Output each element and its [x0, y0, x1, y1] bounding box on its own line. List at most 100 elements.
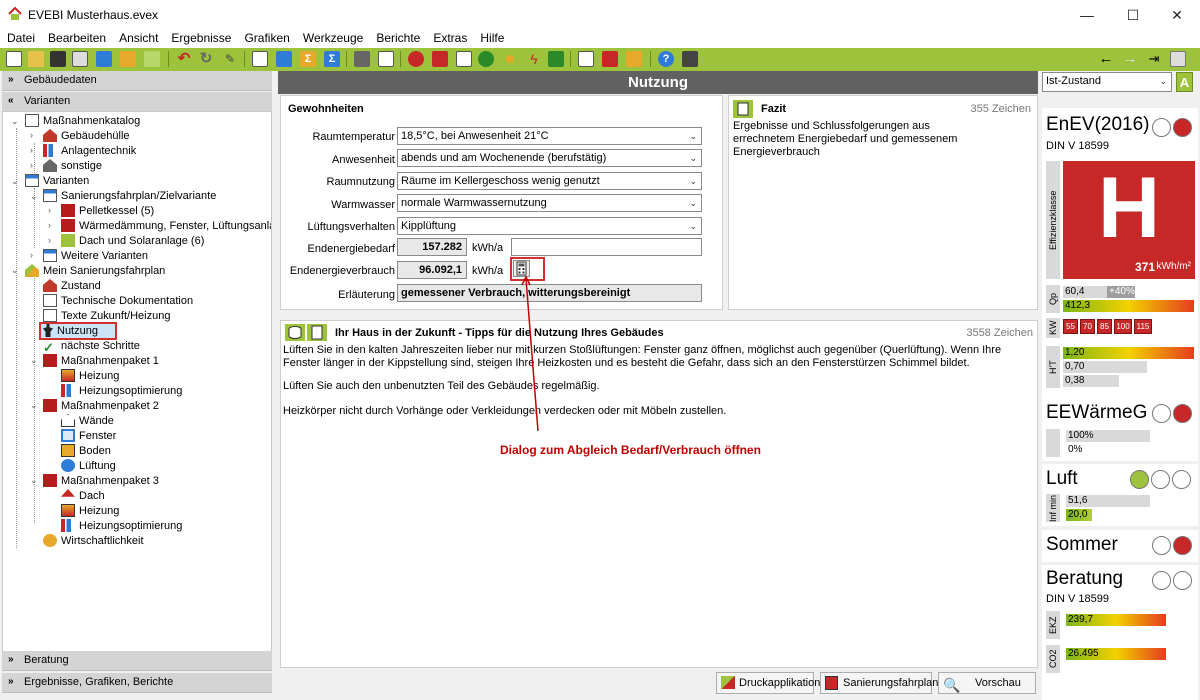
document-icon[interactable]: [252, 51, 268, 67]
collapse-chevron-icon[interactable]: ⌄: [11, 116, 21, 127]
note-icon[interactable]: [456, 51, 472, 67]
collapse-chevron-icon[interactable]: ⌄: [30, 191, 40, 202]
label-a-badge[interactable]: A: [1176, 72, 1193, 92]
save-icon[interactable]: [50, 51, 66, 67]
tree-item-massnahmenkatalog[interactable]: Maßnahmenkatalog: [25, 114, 140, 129]
jump-icon[interactable]: ⇥: [1146, 51, 1162, 67]
menu-grafiken[interactable]: Grafiken: [237, 30, 295, 46]
tips-paragraph-3[interactable]: Heizkörper nicht durch Vorhänge oder Ver…: [283, 405, 1033, 417]
fazit-text[interactable]: Ergebnisse und Schlussfolgerungen aus er…: [733, 120, 993, 159]
network-icon[interactable]: [354, 51, 370, 67]
tree-item-weitere-varianten[interactable]: Weitere Varianten: [43, 249, 148, 264]
tree-item-waende[interactable]: Wände: [61, 414, 114, 429]
redo-icon[interactable]: ↻: [198, 51, 214, 67]
bedarf-note-input[interactable]: [511, 238, 702, 256]
vorschau-button[interactable]: 🔍 Vorschau: [938, 672, 1036, 694]
collapse-chevron-icon[interactable]: ⌄: [30, 355, 40, 366]
forward-arrow-icon[interactable]: →: [1122, 51, 1138, 67]
tree-item-naechste-schritte[interactable]: ✓ nächste Schritte: [43, 339, 140, 355]
expand-chevron-icon[interactable]: ›: [30, 160, 40, 170]
collapse-chevron-icon[interactable]: ⌄: [30, 475, 40, 486]
open-folder-icon[interactable]: [28, 51, 44, 67]
help-icon[interactable]: ?: [658, 51, 674, 67]
menu-hilfe[interactable]: Hilfe: [473, 30, 510, 46]
tree-item-sanierungsfahrplan[interactable]: Sanierungsfahrplan/Zielvariante: [43, 189, 216, 204]
import-icon[interactable]: [96, 51, 112, 67]
calculator-icon[interactable]: [682, 51, 698, 67]
tree-item-dach[interactable]: Dach: [61, 489, 105, 504]
tree-item-lueftung[interactable]: Lüftung: [61, 459, 116, 474]
menu-ergebnisse[interactable]: Ergebnisse: [164, 30, 237, 46]
tree-item-heizung[interactable]: Heizung: [61, 369, 119, 384]
tree-item-technische-dokumentation[interactable]: Technische Dokumentation: [43, 294, 193, 309]
tree-item-zustand[interactable]: Zustand: [43, 279, 101, 294]
anwesenheit-select[interactable]: abends und am Wochenende (berufstätig) ⌄: [397, 149, 702, 167]
tree-item-massnahmenpaket-1[interactable]: Maßnahmenpaket 1: [43, 354, 159, 369]
tree-item-heizung-3[interactable]: Heizung: [61, 504, 119, 519]
expand-chevron-icon[interactable]: ›: [48, 205, 58, 215]
close-button[interactable]: ✕: [1154, 0, 1200, 30]
tree-item-sonstige[interactable]: sonstige: [43, 159, 102, 174]
menu-extras[interactable]: Extras: [426, 30, 473, 46]
sum-blue-icon[interactable]: Σ: [324, 51, 340, 67]
tree-item-dach-solar[interactable]: Dach und Solaranlage (6): [61, 234, 204, 249]
report-icon[interactable]: [578, 51, 594, 67]
collapse-chevron-icon[interactable]: ⌄: [30, 400, 40, 411]
heater-icon[interactable]: [432, 51, 448, 67]
list-icon[interactable]: [378, 51, 394, 67]
menu-bearbeiten[interactable]: Bearbeiten: [41, 30, 112, 46]
expand-chevron-icon[interactable]: ›: [48, 220, 58, 230]
new-file-icon[interactable]: [6, 51, 22, 67]
expand-chevron-icon[interactable]: ›: [48, 235, 58, 245]
minimize-button[interactable]: —: [1064, 0, 1110, 30]
pdf-icon[interactable]: [602, 51, 618, 67]
menu-datei[interactable]: Datei: [0, 30, 41, 46]
accordion-beratung[interactable]: » Beratung: [2, 651, 272, 671]
back-arrow-icon[interactable]: ←: [1098, 51, 1114, 67]
cloud-icon[interactable]: [408, 51, 424, 67]
expand-chevron-icon[interactable]: ›: [30, 250, 40, 260]
collapse-chevron-icon[interactable]: ⌄: [11, 265, 21, 276]
tree-item-massnahmenpaket-3[interactable]: Maßnahmenpaket 3: [43, 474, 159, 489]
tree-item-anlagentechnik[interactable]: Anlagentechnik: [43, 144, 136, 159]
expand-chevron-icon[interactable]: ›: [30, 130, 40, 140]
globe-icon[interactable]: [478, 51, 494, 67]
window-layout-icon[interactable]: [1170, 51, 1186, 67]
druckapplikation-button[interactable]: Druckapplikation: [716, 672, 820, 694]
menu-berichte[interactable]: Berichte: [369, 30, 426, 46]
euro-house-icon[interactable]: [548, 51, 564, 67]
tree-item-fenster[interactable]: Fenster: [61, 429, 116, 444]
tree-item-heizungsoptimierung-3[interactable]: Heizungsoptimierung: [61, 519, 182, 534]
raumnutzung-select[interactable]: Räume im Kellergeschoss wenig genutzt ⌄: [397, 172, 702, 190]
sum-icon[interactable]: Σ: [300, 51, 316, 67]
sanierungsfahrplan-button[interactable]: Sanierungsfahrplan: [820, 672, 938, 694]
lueftung-select[interactable]: Kipplüftung ⌄: [397, 217, 702, 235]
tree-item-boden[interactable]: Boden: [61, 444, 111, 459]
wand-icon[interactable]: ✎: [222, 51, 238, 67]
accordion-varianten[interactable]: «Varianten: [2, 92, 272, 112]
undo-icon[interactable]: ↶: [176, 51, 192, 67]
tree-item-pelletkessel[interactable]: Pelletkessel (5): [61, 204, 154, 219]
tree-item-wirtschaftlichkeit[interactable]: Wirtschaftlichkeit: [43, 534, 144, 549]
tree-item-nutzung[interactable]: Nutzung: [39, 322, 117, 340]
tree-item-massnahmenpaket-2[interactable]: Maßnahmenpaket 2: [43, 399, 159, 414]
dena-icon[interactable]: [144, 51, 160, 67]
menu-ansicht[interactable]: Ansicht: [112, 30, 164, 46]
tree-item-waermedaemmung[interactable]: Wärmedämmung, Fenster, Lüftungsanlage: [61, 219, 271, 234]
tips-paragraph-2[interactable]: Lüften Sie auch den unbenutzten Teil des…: [283, 380, 1033, 392]
raumtemp-select[interactable]: 18,5°C, bei Anwesenheit 21°C ⌄: [397, 127, 702, 145]
flash-icon[interactable]: ϟ: [526, 51, 542, 67]
maximize-button[interactable]: ☐: [1110, 0, 1156, 30]
warmwasser-select[interactable]: normale Warmwassernutzung ⌄: [397, 194, 702, 212]
tree-item-mein-sanierungsfahrplan[interactable]: Mein Sanierungsfahrplan: [25, 264, 165, 279]
state-select[interactable]: Ist-Zustand ⌄: [1042, 72, 1172, 92]
house-tools-icon[interactable]: [626, 51, 642, 67]
copy-icon[interactable]: [72, 51, 88, 67]
tree-item-heizungsoptimierung[interactable]: Heizungsoptimierung: [61, 384, 182, 399]
sun-icon[interactable]: ✹: [502, 51, 518, 67]
tips-paragraph-1[interactable]: Lüften Sie in den kalten Jahreszeiten li…: [283, 344, 1033, 370]
tree-item-varianten[interactable]: Varianten: [25, 174, 89, 189]
collapse-chevron-icon[interactable]: ⌄: [11, 176, 21, 187]
expand-chevron-icon[interactable]: ›: [30, 145, 40, 155]
export-icon[interactable]: [120, 51, 136, 67]
